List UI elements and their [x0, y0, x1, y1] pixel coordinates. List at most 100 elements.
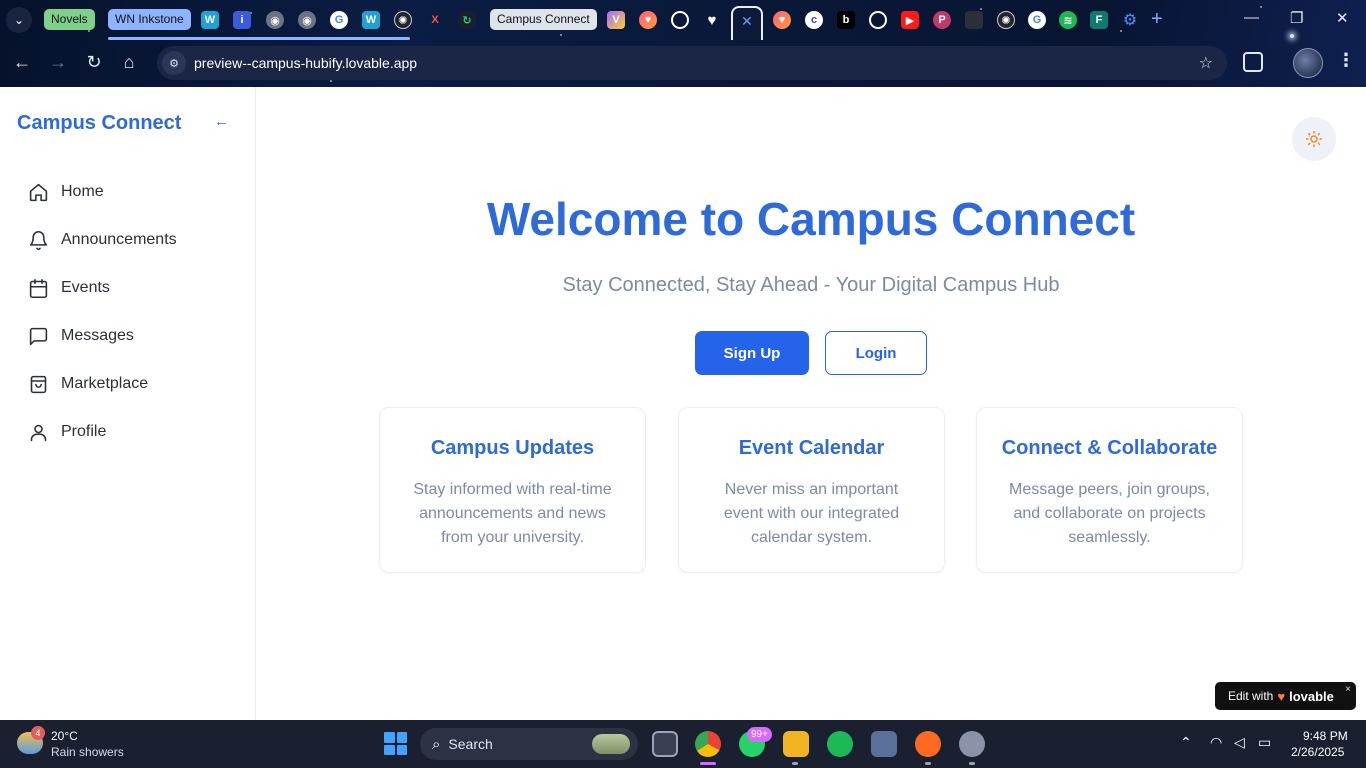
search-highlight-art	[592, 734, 630, 754]
tab-favicon-spotify[interactable]: ≋	[1059, 11, 1077, 29]
sidebar-item-profile[interactable]: Profile	[0, 408, 256, 456]
badge-prefix: Edit with	[1228, 689, 1274, 703]
browser-toolbar: ← → ↻ ⌂ ⚙ preview--campus-hubify.lovable…	[0, 40, 1366, 87]
tab-favicon-p[interactable]: P	[933, 11, 951, 29]
tab-active[interactable]: ✕	[731, 6, 763, 40]
lovable-heart-icon: ♥	[1277, 688, 1286, 704]
tab-favicon-google-2[interactable]: G	[1028, 11, 1046, 29]
tab-group-campus-connect[interactable]: Campus Connect	[490, 9, 597, 30]
tray-chevron-icon[interactable]: ⌃	[1180, 734, 1192, 751]
home-icon	[29, 183, 48, 201]
sidebar-item-label: Marketplace	[61, 375, 149, 392]
browser-chrome: ⌄ Novels WN Inkstone W i ◉ ◉ G W ✺ X ↻ C…	[0, 0, 1366, 87]
sidebar-nav: Home Announcements Events Messages Marke…	[0, 168, 256, 456]
start-button[interactable]	[384, 732, 407, 755]
bookmark-star-icon[interactable]: ☆	[1199, 53, 1213, 73]
tab-favicon-vite[interactable]: V	[607, 11, 625, 29]
collapse-sidebar-icon[interactable]: ←	[214, 113, 229, 130]
back-icon[interactable]: ←	[11, 52, 33, 73]
close-window-icon[interactable]: ✕	[1336, 9, 1349, 27]
task-manager-icon[interactable]	[871, 731, 897, 757]
chrome-active-indicator	[700, 762, 716, 765]
sidebar-item-label: Announcements	[61, 231, 177, 248]
app-page: Campus Connect ← Home Announcements Even…	[0, 87, 1366, 720]
brand-title[interactable]: Campus Connect	[17, 112, 181, 135]
address-url[interactable]: preview--campus-hubify.lovable.app	[194, 55, 417, 71]
sidebar-item-events[interactable]: Events	[0, 264, 256, 312]
sidebar: Campus Connect ← Home Announcements Even…	[0, 87, 256, 720]
shopping-bag-icon	[30, 375, 47, 393]
tab-search-icon[interactable]: ⌄	[6, 7, 32, 33]
tab-favicon-dark[interactable]	[965, 11, 983, 29]
windows-taskbar: 4 20°C Rain showers ⌕ Search 99+ ⌃ ◠ ◁ ▭…	[0, 720, 1366, 768]
tab-favicon-openai-2[interactable]: ✺	[997, 11, 1015, 29]
extensions-icon[interactable]	[1243, 52, 1263, 72]
reload-icon[interactable]: ↻	[83, 52, 105, 73]
user-icon	[30, 424, 47, 441]
sidebar-item-marketplace[interactable]: Marketplace	[0, 360, 256, 408]
clock-time[interactable]: 9:48 PM	[1303, 729, 1348, 743]
sidebar-item-home[interactable]: Home	[0, 168, 256, 216]
sun-icon	[1305, 130, 1323, 148]
tab-favicon-info[interactable]: i	[233, 11, 251, 29]
feature-card-title: Event Calendar	[738, 437, 885, 459]
tab-group-novels[interactable]: Novels	[44, 9, 95, 30]
sign-up-button[interactable]: Sign Up	[695, 331, 809, 375]
hero-subtitle: Stay Connected, Stay Ahead - Your Digita…	[562, 274, 1060, 296]
badge-close-icon[interactable]: ×	[1345, 684, 1351, 695]
new-tab-icon[interactable]: +	[1151, 8, 1163, 31]
tab-favicon-github[interactable]	[671, 11, 689, 29]
task-view-icon[interactable]	[652, 731, 678, 757]
sidebar-item-label: Home	[61, 183, 104, 200]
volume-icon[interactable]: ◁	[1234, 734, 1245, 751]
tab-favicon-c[interactable]: c	[805, 11, 823, 29]
tab-favicon-lovable[interactable]: ♥	[639, 11, 657, 29]
weather-condition[interactable]: Rain showers	[51, 745, 124, 759]
battery-icon[interactable]: ▭	[1258, 734, 1271, 751]
settings-icon[interactable]	[959, 731, 985, 757]
tab-favicon-openai[interactable]: ✺	[394, 11, 412, 29]
theme-toggle-button[interactable]	[1292, 117, 1336, 161]
tab-favicon-settings[interactable]: ⚙	[1121, 11, 1139, 29]
wifi-icon[interactable]: ◠	[1210, 734, 1222, 751]
explorer-running-indicator	[792, 762, 798, 765]
tab-group-wn-inkstone[interactable]: WN Inkstone	[108, 9, 191, 30]
minimize-icon[interactable]: —	[1244, 9, 1259, 26]
tab-favicon-x[interactable]: X	[426, 11, 444, 29]
site-info-icon[interactable]: ⚙	[162, 51, 186, 75]
tab-favicon-b[interactable]: b	[837, 11, 855, 29]
feature-card-text: Never miss an important event with our i…	[723, 481, 900, 546]
home-browser-icon[interactable]: ⌂	[118, 52, 140, 73]
close-tab-icon[interactable]: ✕	[741, 13, 753, 30]
forward-icon[interactable]: →	[47, 52, 69, 73]
search-label: Search	[448, 736, 493, 752]
tab-favicon-youtube[interactable]: ▶	[901, 11, 919, 29]
sidebar-item-messages[interactable]: Messages	[0, 312, 256, 360]
taskbar-search[interactable]: ⌕ Search	[420, 728, 638, 760]
tab-favicon-lovable-2[interactable]: ♥	[773, 11, 791, 29]
tab-favicon-app[interactable]: ↻	[458, 11, 476, 29]
chrome-taskbar-icon[interactable]	[695, 731, 721, 757]
whatsapp-badge: 99+	[747, 727, 772, 742]
tab-favicon-google[interactable]: G	[330, 11, 348, 29]
clock-date[interactable]: 2/26/2025	[1291, 745, 1344, 759]
address-bar[interactable]: ⚙ preview--campus-hubify.lovable.app ☆	[157, 46, 1227, 80]
tab-favicon-github-2[interactable]	[869, 11, 887, 29]
sidebar-item-announcements[interactable]: Announcements	[0, 216, 256, 264]
file-explorer-icon[interactable]	[783, 731, 809, 757]
tab-favicon-globe[interactable]: ◉	[266, 11, 284, 29]
app-icon-orange[interactable]	[915, 731, 941, 757]
restore-icon[interactable]: ❐	[1290, 9, 1303, 27]
weather-temperature[interactable]: 20°C	[51, 729, 78, 743]
login-button[interactable]: Login	[825, 331, 927, 375]
feature-card-connect-collaborate: Connect & Collaborate Message peers, joi…	[976, 407, 1243, 573]
menu-icon[interactable]: ⋮	[1337, 50, 1355, 71]
edit-with-lovable-badge[interactable]: Edit with ♥ lovable ×	[1215, 682, 1356, 710]
tab-favicon-globe-2[interactable]: ◉	[298, 11, 316, 29]
spotify-icon[interactable]	[827, 731, 853, 757]
tab-favicon-webnovel-2[interactable]: W	[362, 11, 380, 29]
profile-avatar[interactable]	[1293, 48, 1323, 78]
tab-favicon-forms[interactable]: F	[1090, 11, 1108, 29]
tab-favicon-webnovel[interactable]: W	[201, 11, 219, 29]
tab-favicon-heart[interactable]: ♥	[703, 11, 721, 29]
